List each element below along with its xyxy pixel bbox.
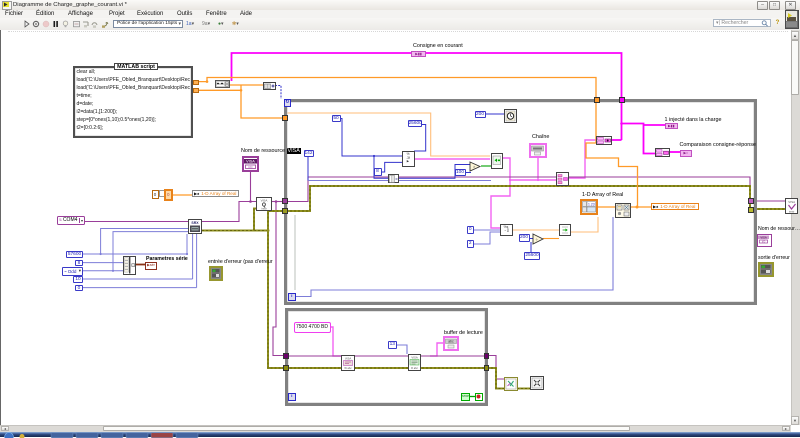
svg-text:instr: instr [789, 209, 794, 213]
svg-text:VISA: VISA [411, 355, 418, 359]
svg-text:instr: instr [261, 206, 266, 210]
svg-text:I/O: I/O [762, 239, 765, 243]
svg-text:VISA: VISA [344, 356, 351, 360]
svg-text:VISA: VISA [760, 235, 767, 239]
svg-text:SRX: SRX [191, 221, 199, 225]
svg-text:R abc: R abc [411, 366, 418, 370]
svg-text:VISA: VISA [246, 160, 255, 164]
svg-text:I/O: I/O [248, 165, 253, 169]
svg-text:abc: abc [448, 340, 454, 344]
svg-text:VISA: VISA [788, 200, 795, 204]
svg-text:1.23: 1.23 [588, 202, 595, 206]
svg-text:W abc: W abc [344, 366, 352, 370]
